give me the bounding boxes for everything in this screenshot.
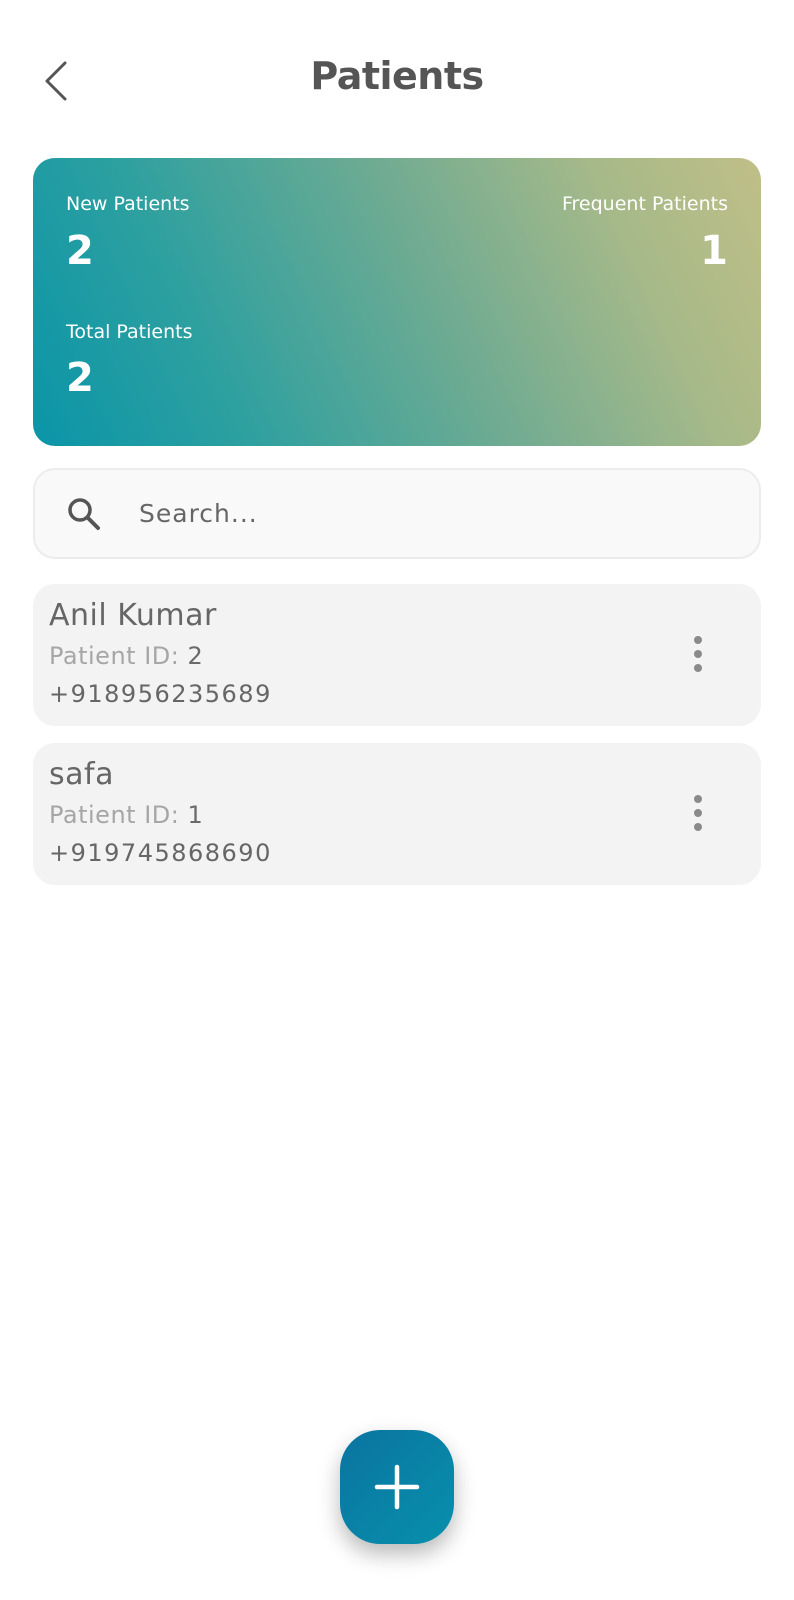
- patient-list-item[interactable]: safa Patient ID: 1 +919745868690: [33, 743, 761, 885]
- patient-name: safa: [49, 757, 114, 792]
- patient-id-value: 2: [187, 642, 204, 670]
- more-options-button[interactable]: [683, 632, 713, 676]
- new-patients-count: 2: [66, 228, 94, 274]
- total-patients-label: Total Patients: [66, 321, 193, 343]
- page-title: Patients: [310, 54, 484, 98]
- patient-id-label: Patient ID:: [49, 801, 188, 829]
- total-patients-count: 2: [66, 355, 94, 401]
- more-options-button[interactable]: [683, 791, 713, 835]
- patient-phone: +919745868690: [49, 839, 272, 867]
- patient-id-row: Patient ID: 2: [49, 642, 203, 670]
- frequent-patients-count: 1: [700, 228, 728, 274]
- more-vertical-icon-dot: [694, 823, 702, 831]
- more-vertical-icon-dot: [694, 664, 702, 672]
- new-patients-label: New Patients: [66, 193, 190, 215]
- more-vertical-icon-dot: [694, 809, 702, 817]
- patient-list-item[interactable]: Anil Kumar Patient ID: 2 +918956235689: [33, 584, 761, 726]
- patient-id-row: Patient ID: 1: [49, 801, 203, 829]
- patient-id-value: 1: [187, 801, 204, 829]
- search-input[interactable]: [139, 470, 739, 557]
- more-vertical-icon: [694, 636, 702, 644]
- frequent-patients-label: Frequent Patients: [561, 193, 728, 215]
- patient-name: Anil Kumar: [49, 598, 217, 633]
- patient-id-label: Patient ID:: [49, 642, 188, 670]
- search-bar: [33, 468, 761, 559]
- app-header: Patients: [0, 0, 794, 150]
- plus-icon: [374, 1464, 420, 1510]
- add-patient-button[interactable]: [340, 1430, 454, 1544]
- patient-stats-card: New Patients 2 Frequent Patients 1 Total…: [33, 158, 761, 446]
- patients-screen: Patients New Patients 2 Frequent Patient…: [0, 0, 794, 1600]
- search-icon: [68, 498, 100, 530]
- more-vertical-icon-dot: [694, 650, 702, 658]
- patient-phone: +918956235689: [49, 680, 272, 708]
- more-vertical-icon: [694, 795, 702, 803]
